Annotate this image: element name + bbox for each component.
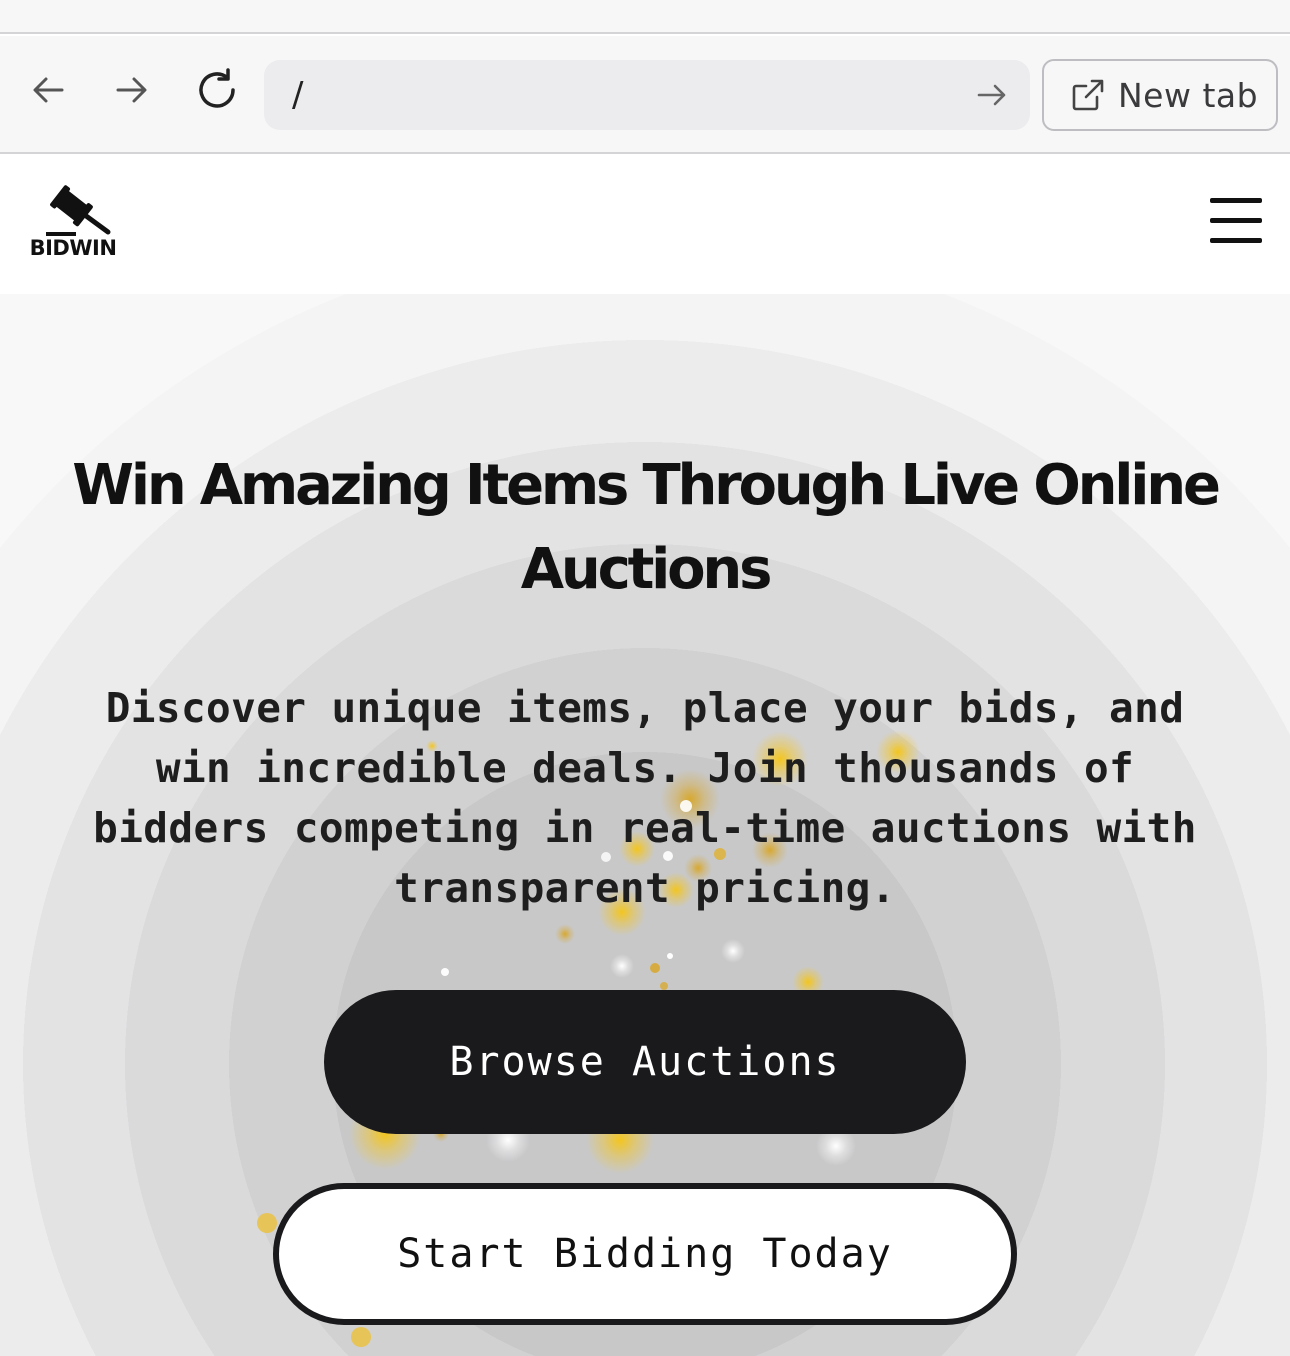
forward-button[interactable] (100, 58, 164, 122)
url-text[interactable]: / (292, 60, 303, 130)
reload-button[interactable] (185, 58, 249, 122)
external-link-icon (1072, 79, 1104, 111)
back-button[interactable] (16, 58, 80, 122)
hero-subtitle: Discover unique items, place your bids, … (93, 684, 1197, 912)
browser-toolbar: / New tab (0, 36, 1290, 154)
hamburger-line (1210, 238, 1262, 243)
go-arrow-icon[interactable] (974, 77, 1010, 113)
address-bar[interactable]: / (264, 60, 1030, 130)
start-bidding-button[interactable]: Start Bidding Today (273, 1183, 1017, 1325)
new-tab-label: New tab (1118, 75, 1259, 115)
hero-section: Win Amazing Items Through Live Online Au… (0, 294, 1290, 1356)
arrow-left-icon (33, 77, 64, 103)
gavel-icon (46, 185, 111, 236)
logo-wordmark: BIDWIN (29, 236, 117, 260)
hamburger-line (1210, 218, 1262, 223)
site-header: BIDWIN (0, 156, 1290, 294)
reload-icon (199, 68, 235, 108)
menu-button[interactable] (1204, 196, 1268, 252)
hero-title: Win Amazing Items Through Live Online Au… (72, 453, 1221, 602)
new-tab-button[interactable]: New tab (1042, 59, 1278, 131)
browser-tab-strip (0, 0, 1290, 34)
arrow-right-icon (116, 77, 147, 103)
browse-auctions-button[interactable]: Browse Auctions (324, 990, 966, 1134)
hamburger-menu-icon (1210, 198, 1262, 203)
bidwin-logo[interactable]: BIDWIN (28, 184, 118, 264)
